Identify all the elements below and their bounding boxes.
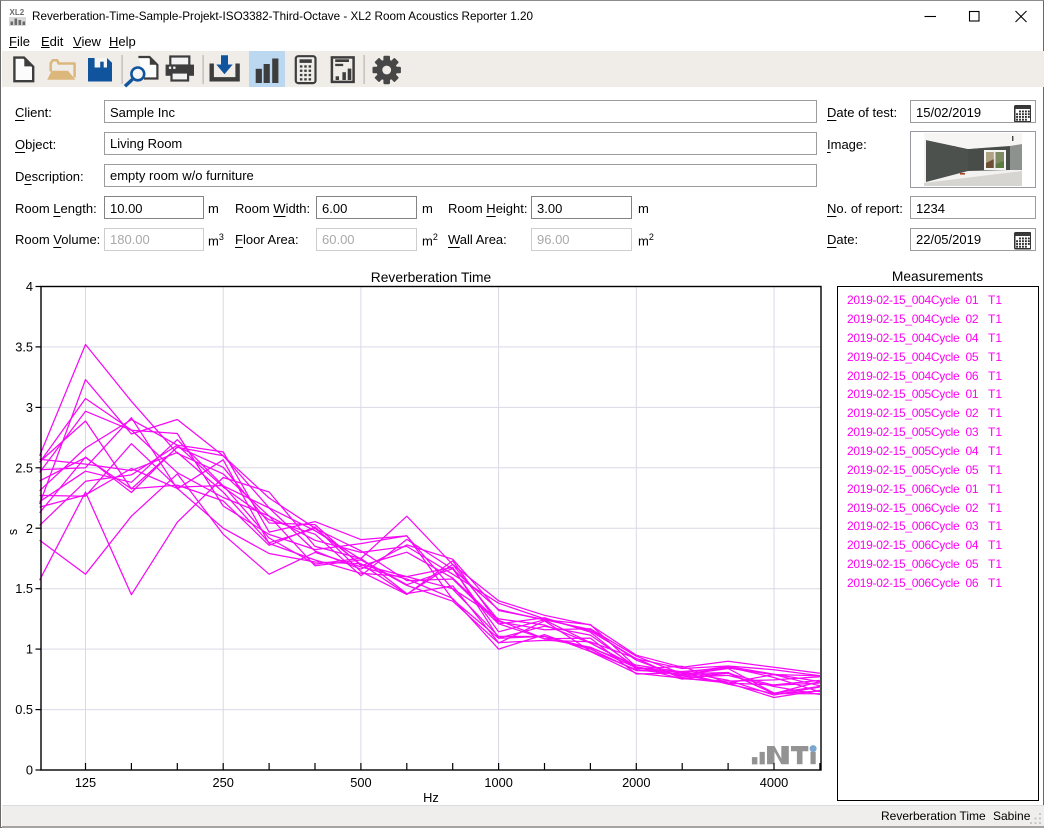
svg-text:Reverberation Time: Reverberation Time bbox=[371, 270, 492, 285]
svg-text:125: 125 bbox=[75, 775, 96, 790]
svg-text:3.5: 3.5 bbox=[15, 339, 33, 354]
svg-text:3: 3 bbox=[26, 400, 33, 415]
svg-text:0.5: 0.5 bbox=[15, 702, 33, 717]
svg-text:1.5: 1.5 bbox=[15, 581, 33, 596]
svg-text:2.5: 2.5 bbox=[15, 460, 33, 475]
svg-text:1000: 1000 bbox=[484, 775, 512, 790]
svg-text:2: 2 bbox=[26, 521, 33, 536]
svg-text:2000: 2000 bbox=[622, 775, 650, 790]
svg-text:1: 1 bbox=[26, 642, 33, 657]
svg-text:250: 250 bbox=[213, 775, 234, 790]
svg-text:4: 4 bbox=[26, 279, 33, 294]
svg-text:500: 500 bbox=[350, 775, 371, 790]
svg-text:XL2: XL2 bbox=[10, 8, 25, 17]
svg-text:Hz: Hz bbox=[423, 790, 439, 805]
svg-text:0: 0 bbox=[26, 763, 33, 778]
svg-text:s: s bbox=[6, 529, 20, 535]
svg-text:4000: 4000 bbox=[760, 775, 788, 790]
